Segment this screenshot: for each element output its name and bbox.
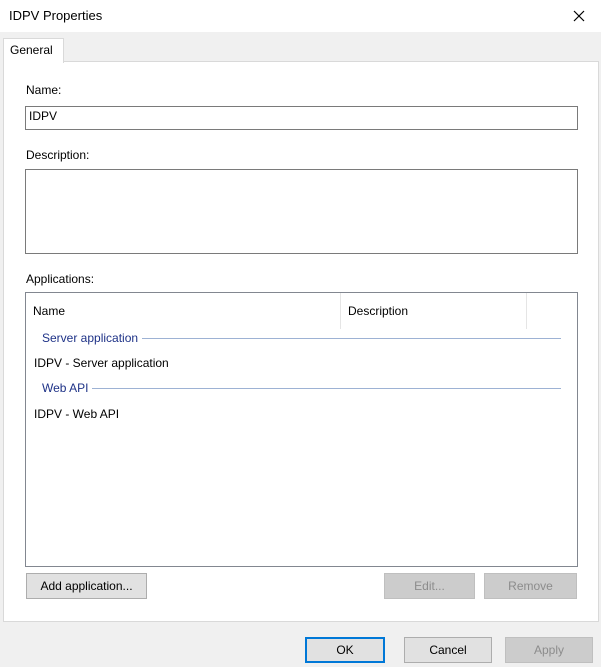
name-field[interactable]: IDPV xyxy=(25,106,578,130)
close-button[interactable] xyxy=(557,0,601,32)
list-item-server-application[interactable]: IDPV - Server application xyxy=(34,356,169,370)
description-label: Description: xyxy=(26,148,90,162)
add-application-button[interactable]: Add application... xyxy=(26,573,147,599)
tab-general-label: General xyxy=(10,43,53,57)
group-label: Server application xyxy=(42,331,139,345)
description-field[interactable] xyxy=(25,169,578,254)
ok-button[interactable]: OK xyxy=(305,637,385,663)
cancel-button[interactable]: Cancel xyxy=(404,637,492,663)
name-label: Name: xyxy=(26,83,62,97)
apply-button[interactable]: Apply xyxy=(505,637,593,663)
column-header-name[interactable]: Name xyxy=(26,293,341,329)
group-label: Web API xyxy=(42,381,89,395)
close-icon xyxy=(573,10,585,22)
applications-list[interactable]: Name Description Server application IDPV… xyxy=(25,292,578,567)
group-header-server-application: Server application xyxy=(42,330,561,346)
list-item-web-api[interactable]: IDPV - Web API xyxy=(34,407,119,421)
group-divider xyxy=(92,387,561,389)
group-header-web-api: Web API xyxy=(42,380,561,396)
window-title: IDPV Properties xyxy=(9,8,103,23)
name-field-value: IDPV xyxy=(29,109,58,123)
title-bar: IDPV Properties xyxy=(0,0,601,32)
applications-label: Applications: xyxy=(26,272,95,286)
tab-general[interactable]: General xyxy=(3,38,64,63)
remove-button[interactable]: Remove xyxy=(484,573,577,599)
group-divider xyxy=(142,337,561,339)
column-header-description[interactable]: Description xyxy=(341,293,527,329)
edit-button[interactable]: Edit... xyxy=(384,573,475,599)
